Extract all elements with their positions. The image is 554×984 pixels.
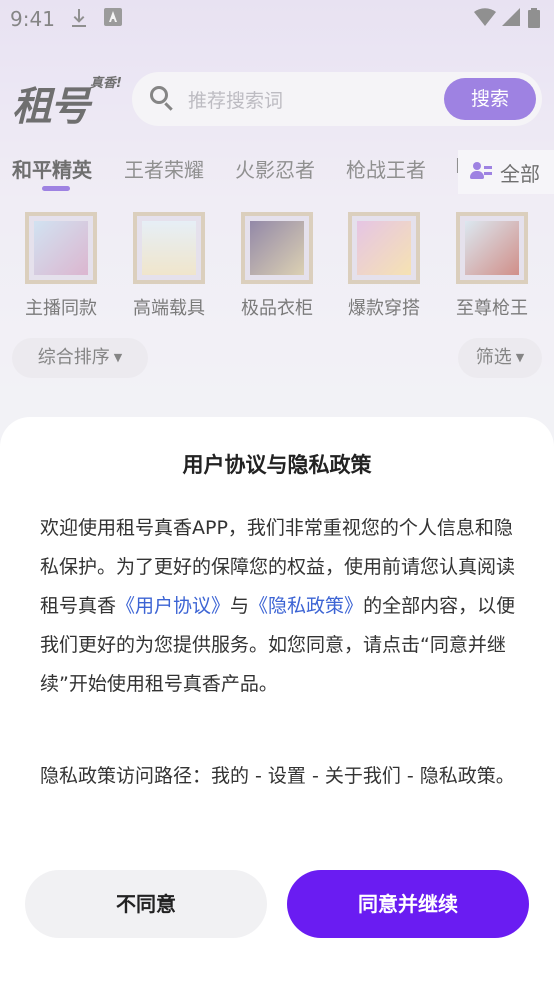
and-text: 与	[230, 595, 250, 617]
dialog-title: 用户协议与隐私政策	[182, 453, 372, 477]
user-agreement-link[interactable]: 《用户协议》	[116, 595, 230, 617]
privacy-path-text: 隐私政策访问路径：我的 - 设置 - 关于我们 - 隐私政策。	[40, 765, 515, 787]
privacy-dialog: 用户协议与隐私政策 欢迎使用租号真香APP，我们非常重视您的个人信息和隐私保护。…	[0, 417, 554, 984]
disagree-button[interactable]: 不同意	[25, 870, 267, 938]
dialog-body: 欢迎使用租号真香APP，我们非常重视您的个人信息和隐私保护。为了更好的保障您的权…	[40, 509, 518, 704]
privacy-policy-link[interactable]: 《隐私政策》	[249, 595, 363, 617]
agree-continue-button[interactable]: 同意并继续	[287, 870, 529, 938]
